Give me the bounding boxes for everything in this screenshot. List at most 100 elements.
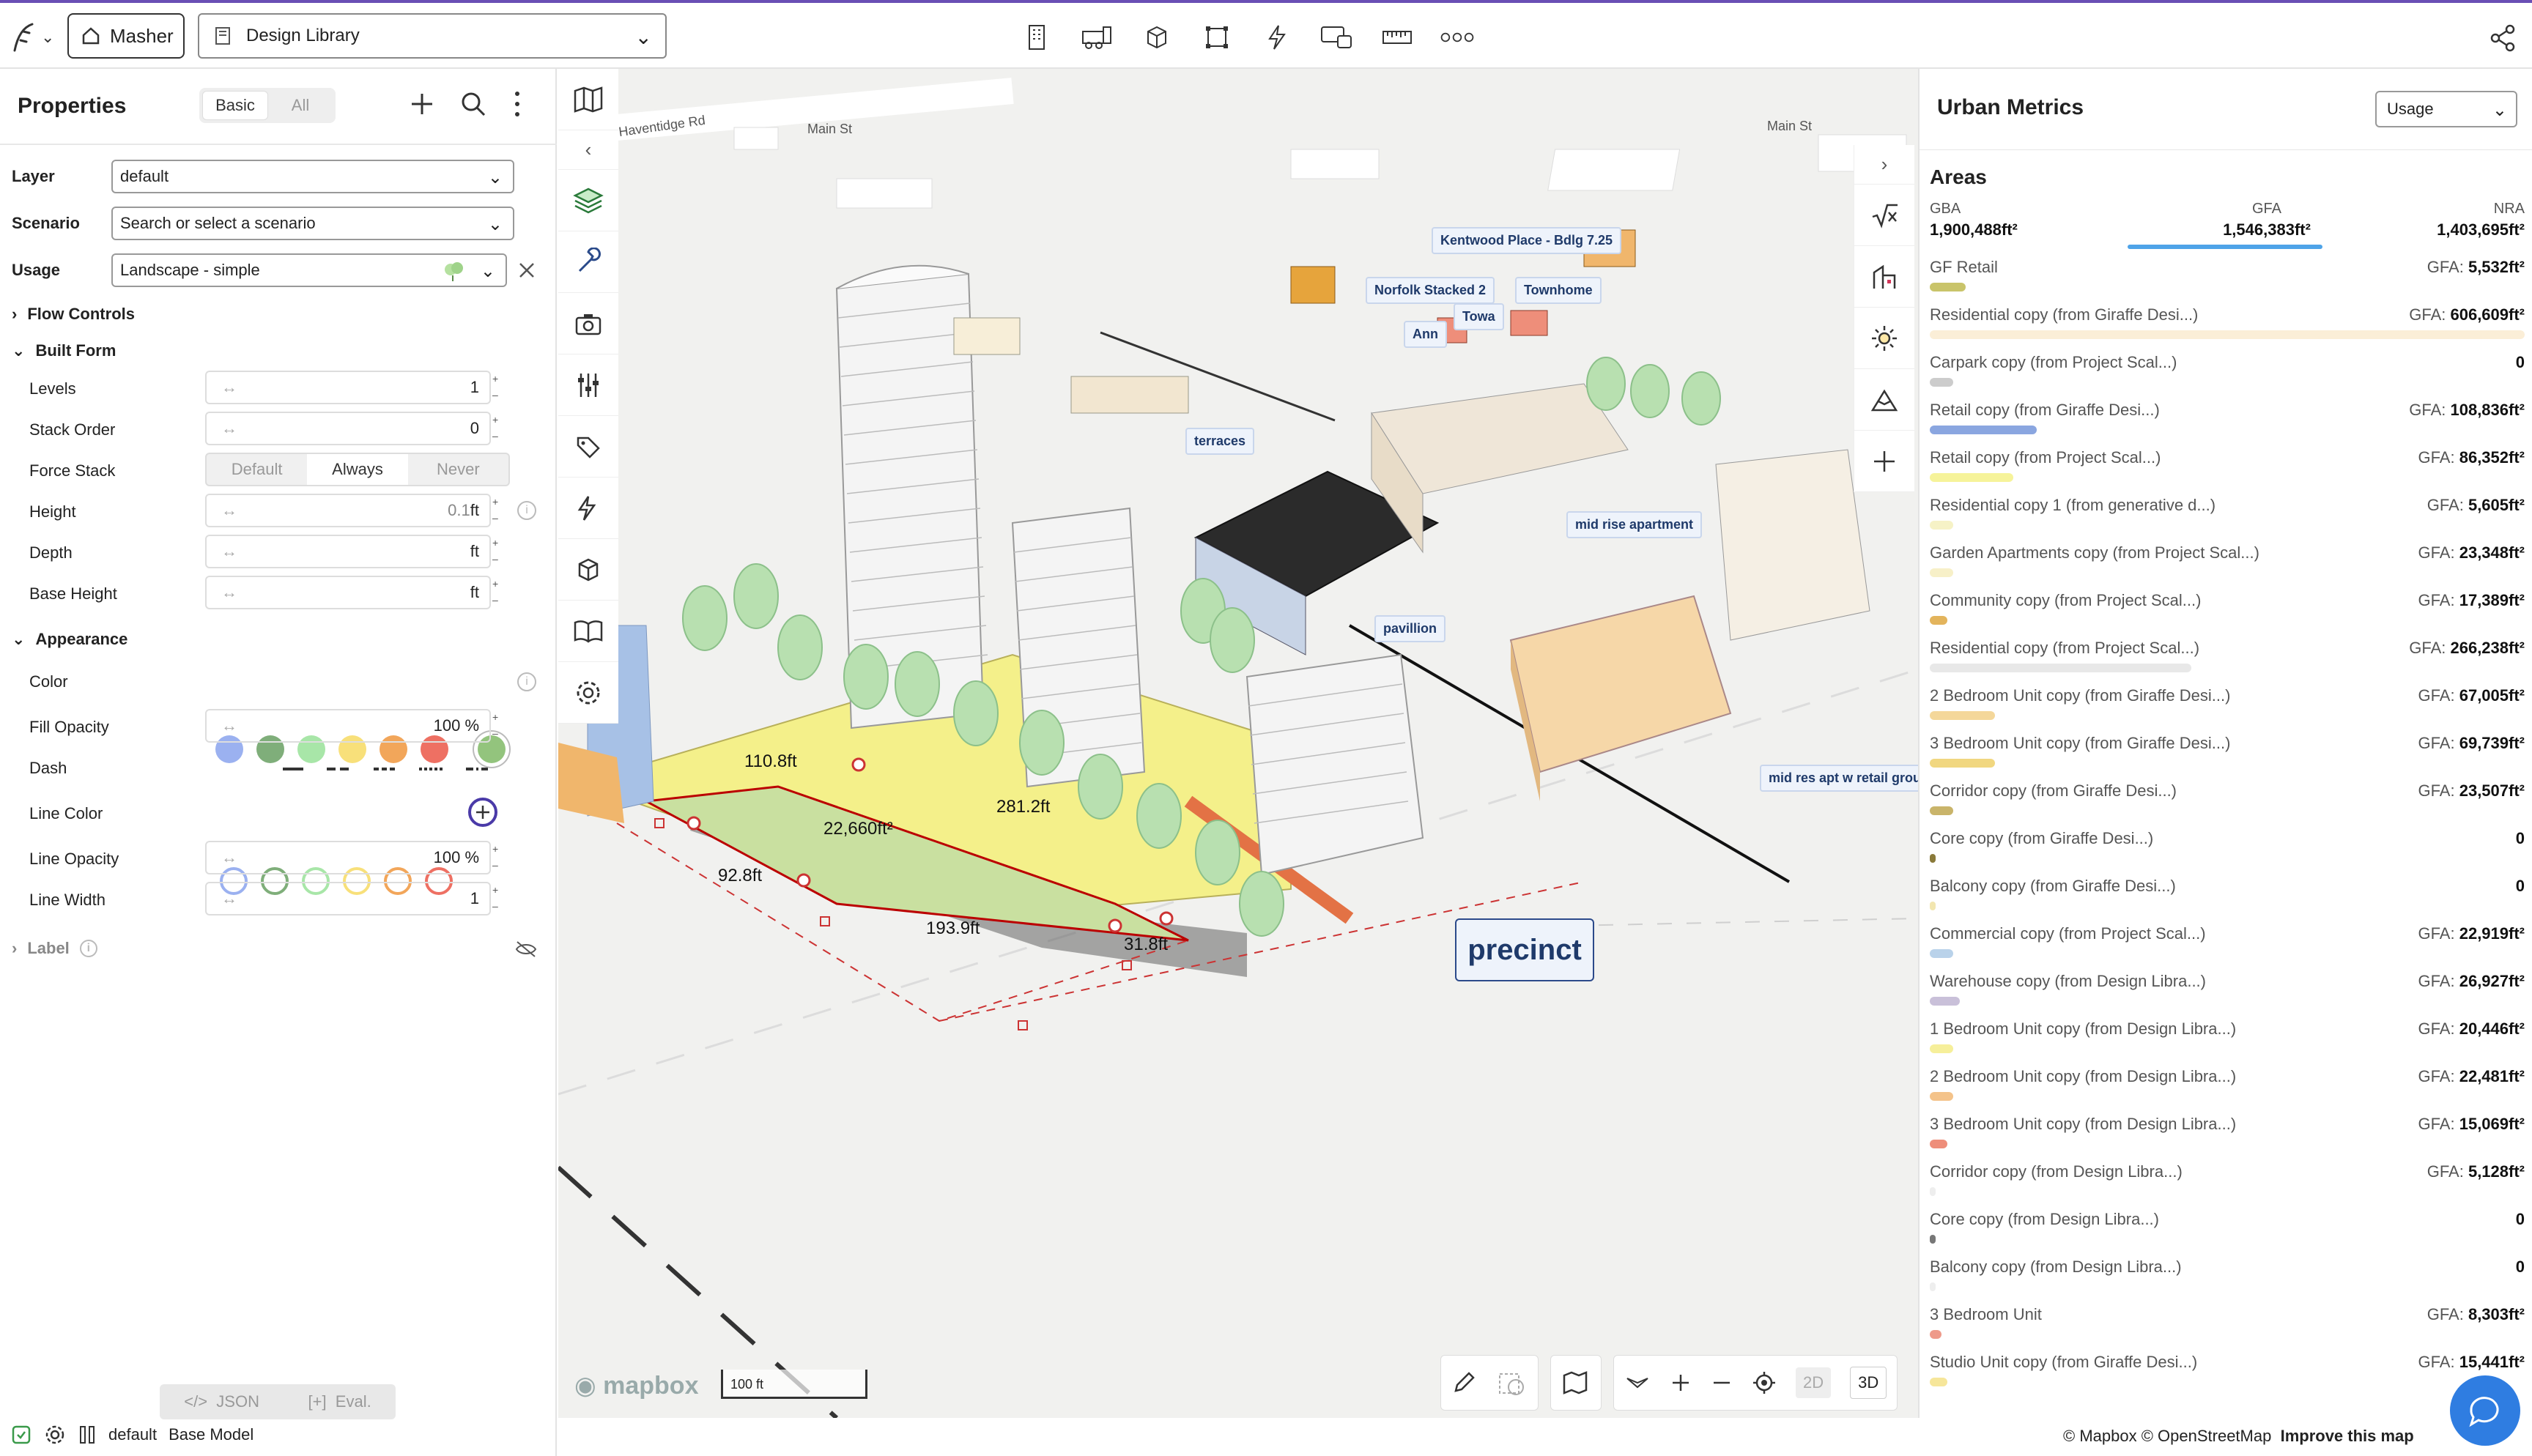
force-stack-default[interactable]: Default <box>207 454 307 485</box>
map-label-pavilion[interactable]: pavillion <box>1374 615 1446 642</box>
view-3d-button[interactable]: 3D <box>1850 1367 1887 1399</box>
library-button[interactable] <box>558 601 618 662</box>
minus-icon[interactable]: – <box>492 857 506 873</box>
tags-button[interactable] <box>558 416 618 478</box>
map-label-townhome[interactable]: Townhome <box>1515 277 1602 304</box>
metric-row[interactable]: 2 Bedroom Unit copy (from Giraffe Desi..… <box>1930 683 2525 731</box>
plus-icon[interactable]: + <box>492 709 506 725</box>
improve-map-link[interactable]: Improve this map <box>2281 1427 2414 1445</box>
add-map-button[interactable] <box>1854 431 1914 492</box>
pencil-icon[interactable] <box>1451 1370 1476 1395</box>
levels-stepper[interactable]: + – <box>492 371 506 404</box>
base-height-input[interactable]: ↔ ft <box>205 576 491 609</box>
built-form-section[interactable]: ⌄ Built Form <box>12 341 116 360</box>
tab-all[interactable]: All <box>268 91 333 120</box>
model-button[interactable] <box>558 539 618 601</box>
map-style-button[interactable] <box>558 69 618 130</box>
line-opacity-stepper[interactable]: + – <box>492 841 506 874</box>
plus-icon[interactable]: + <box>492 494 506 510</box>
height-input[interactable]: ↔ 0.1 ft <box>205 494 491 527</box>
line-opacity-input[interactable]: ↔ 100 % <box>205 841 491 874</box>
metrics-group-select[interactable]: Usage ⌄ <box>2375 91 2517 127</box>
library-select[interactable]: Design Library ⌄ <box>198 13 667 59</box>
map-scene[interactable] <box>558 69 1918 1418</box>
metrics-button[interactable] <box>1854 246 1914 308</box>
clear-usage-icon[interactable] <box>517 261 536 280</box>
height-stepper[interactable]: + – <box>492 494 506 527</box>
plus-icon[interactable]: + <box>492 412 506 428</box>
info-icon[interactable]: i <box>517 501 536 520</box>
metric-row[interactable]: 3 Bedroom Unit GFA: 8,303ft² <box>1930 1302 2525 1350</box>
metric-row[interactable]: Retail copy (from Project Scal...) GFA: 8… <box>1930 445 2525 493</box>
stack-order-stepper[interactable]: + – <box>492 412 506 445</box>
ruler-icon[interactable] <box>1379 19 1415 56</box>
minus-icon[interactable]: – <box>492 725 506 741</box>
minus-icon[interactable]: – <box>492 592 506 608</box>
scenario-select[interactable]: Search or select a scenario ⌄ <box>111 207 514 240</box>
zoom-out-icon[interactable] <box>1711 1372 1733 1394</box>
base-height-stepper[interactable]: + – <box>492 576 506 609</box>
map-label-mid-rise[interactable]: mid rise apartment <box>1566 511 1703 538</box>
plus-icon[interactable]: + <box>492 576 506 592</box>
frame-icon[interactable] <box>1199 19 1235 56</box>
plus-icon[interactable]: + <box>492 535 506 551</box>
minus-icon[interactable]: – <box>492 428 506 444</box>
metric-row[interactable]: Residential copy (from Project Scal...) G… <box>1930 636 2525 683</box>
metric-row[interactable]: Commercial copy (from Project Scal...) GF… <box>1930 921 2525 969</box>
vehicle-icon[interactable] <box>1078 19 1115 56</box>
metric-row[interactable]: Balcony copy (from Giraffe Desi...) 0 <box>1930 874 2525 921</box>
compass-icon[interactable] <box>1624 1374 1651 1392</box>
formula-button[interactable] <box>1854 185 1914 246</box>
camera-button[interactable] <box>558 293 618 354</box>
minus-icon[interactable]: – <box>492 510 506 526</box>
metric-row[interactable]: Balcony copy (from Design Libra...) 0 <box>1930 1255 2525 1302</box>
sun-button[interactable] <box>1854 308 1914 369</box>
generate-button[interactable] <box>558 478 618 539</box>
metric-row[interactable]: Core copy (from Design Libra...) 0 <box>1930 1207 2525 1255</box>
metric-row[interactable]: 1 Bedroom Unit copy (from Design Libra..… <box>1930 1017 2525 1064</box>
usage-select[interactable]: Landscape - simple ⌄ <box>111 253 507 287</box>
screens-icon[interactable] <box>1319 19 1355 56</box>
minus-icon[interactable]: – <box>492 387 506 403</box>
more-icon[interactable] <box>1439 19 1476 56</box>
collapse-right-button[interactable]: › <box>1854 145 1914 185</box>
metric-row[interactable]: Community copy (from Project Scal...) GFA… <box>1930 588 2525 636</box>
metric-row[interactable]: Core copy (from Giraffe Desi...) 0 <box>1930 826 2525 874</box>
stack-order-input[interactable]: ↔ 0 <box>205 412 491 445</box>
metric-row[interactable]: 2 Bedroom Unit copy (from Design Libra..… <box>1930 1064 2525 1112</box>
model-status-icon[interactable] <box>10 1424 32 1446</box>
metric-row[interactable]: Retail copy (from Giraffe Desi...) GFA: 1… <box>1930 398 2525 445</box>
fill-opacity-input[interactable]: ↔ 100 % <box>205 709 491 743</box>
share-icon[interactable] <box>2488 23 2517 53</box>
appearance-section[interactable]: ⌄ Appearance <box>12 630 127 649</box>
metric-row[interactable]: Corridor copy (from Design Libra...) GFA:… <box>1930 1159 2525 1207</box>
locate-icon[interactable] <box>1752 1370 1777 1395</box>
label-section[interactable]: › Label i <box>12 939 97 958</box>
zoom-in-icon[interactable] <box>1670 1372 1692 1394</box>
map-label-norfolk[interactable]: Norfolk Stacked 2 <box>1366 277 1495 304</box>
plus-icon[interactable]: + <box>492 882 506 898</box>
cube-icon[interactable] <box>1139 19 1175 56</box>
plus-icon[interactable]: + <box>492 371 506 387</box>
dash-medium[interactable] <box>374 768 396 770</box>
building-icon[interactable] <box>1018 19 1055 56</box>
map-label-ann[interactable]: Ann <box>1404 321 1447 348</box>
gear-icon[interactable] <box>44 1424 66 1446</box>
layer-select[interactable]: default ⌄ <box>111 160 514 193</box>
metric-row[interactable]: Residential copy 1 (from generative d...… <box>1930 493 2525 541</box>
attribution-text[interactable]: © Mapbox © OpenStreetMap <box>2063 1427 2271 1445</box>
custom-color-icon[interactable] <box>467 797 498 828</box>
flow-controls-section[interactable]: › Flow Controls <box>12 305 135 324</box>
depth-stepper[interactable]: + – <box>492 535 506 568</box>
metric-row[interactable]: Carpark copy (from Project Scal...) 0 <box>1930 350 2525 398</box>
levels-input[interactable]: ↔ 1 <box>205 371 491 404</box>
dash-dash-dot[interactable] <box>466 768 488 770</box>
gfa-total[interactable]: GFA 1,546,383ft² <box>2194 201 2340 239</box>
kebab-menu-icon[interactable] <box>510 89 525 119</box>
chat-button[interactable] <box>2450 1375 2520 1446</box>
map-label-precinct[interactable]: precinct <box>1455 918 1594 981</box>
metric-row[interactable]: 3 Bedroom Unit copy (from Design Libra..… <box>1930 1112 2525 1159</box>
map-label-kentwood[interactable]: Kentwood Place - Bdlg 7.25 <box>1432 227 1622 254</box>
model-name[interactable]: Base Model <box>169 1425 253 1444</box>
info-icon[interactable]: i <box>79 940 97 957</box>
